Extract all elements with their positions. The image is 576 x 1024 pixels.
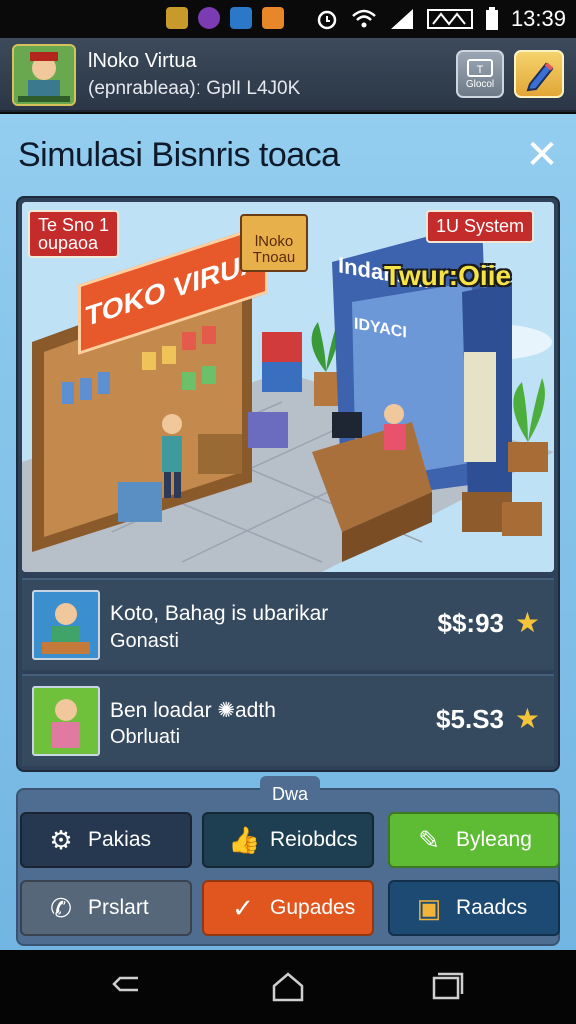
notification-icon (166, 7, 188, 29)
button-label: Prslart (88, 896, 149, 919)
business-sim-dialog: Simulasi Bisnris toaca ✕ Te Sno 1 oupaoa… (0, 114, 576, 950)
system-nav-bar (0, 950, 576, 1024)
store-scene[interactable]: Te Sno 1 oupaoa 1U System TOKO VIRUA lNo… (22, 202, 554, 572)
action-panel: Dwa ⚙ Pakias 👍 Reiobdcs ✎ Byleang ✆ Prslart … (16, 776, 560, 946)
player-tag: Te Sno 1 oupaoa (28, 210, 120, 258)
button-label: Byleang (456, 828, 532, 851)
signal-strength-icon (426, 9, 473, 29)
store-panel: Te Sno 1 oupaoa 1U System TOKO VIRUA lNo… (16, 196, 560, 772)
store-badge: lNoko Tnoau (240, 214, 308, 272)
item-subtitle: Gonasti (110, 630, 179, 652)
button-label: Gupades (270, 896, 356, 919)
list-item[interactable]: Ben loadar ✺adth Obrluati $5.S3 ★ (22, 674, 554, 766)
status-app-icons (166, 7, 284, 29)
action-caption: Dwa (260, 776, 320, 804)
gupades-button[interactable]: ✓ Gupades (202, 880, 374, 936)
app-icon (198, 7, 220, 29)
app-header: lNoko Virtua (epnrableaa)ː GplI L4J0K T … (0, 38, 576, 112)
prslart-button[interactable]: ✆ Prslart (20, 880, 192, 936)
edit-icon: ✎ (418, 824, 440, 855)
close-icon[interactable]: ✕ (524, 135, 560, 175)
wifi-icon (352, 9, 376, 28)
pencil-icon (526, 62, 554, 92)
signal-icon (390, 9, 413, 29)
avatar[interactable] (12, 44, 76, 106)
back-icon[interactable] (108, 970, 148, 1004)
pakias-button[interactable]: ⚙ Pakias (20, 812, 192, 868)
header-subtitle: (epnrableaa)ː GplI L4J0K (88, 78, 301, 99)
item-thumbnail (32, 590, 100, 660)
box-icon: ▣ (416, 892, 442, 923)
battery-icon (485, 7, 498, 30)
global-button-label: Glocol (465, 79, 495, 90)
button-label: Pakias (88, 828, 152, 851)
card-icon: T (467, 59, 493, 77)
bird-icon: ✓ (232, 892, 254, 923)
item-price: $5.S3 (436, 704, 504, 734)
list-item[interactable]: Koto, Bahag is ubarikar Gonasti $$:93 ★ (22, 578, 554, 670)
dialog-title: Simulasi Bisnris toaca (18, 136, 340, 174)
status-bar: 13:39 (0, 0, 576, 38)
global-button[interactable]: T Glocol (456, 50, 504, 98)
item-thumbnail (32, 686, 100, 756)
edit-button[interactable] (514, 50, 564, 98)
star-icon: ★ (514, 703, 540, 734)
phone-icon: ✆ (50, 892, 72, 923)
alarm-icon (317, 10, 337, 30)
banner-text: Twur:Oiie (384, 260, 512, 291)
item-price: $$:93 (437, 608, 505, 638)
item-subtitle: Obrluati (110, 726, 181, 748)
shield-icon (230, 7, 252, 29)
thumbs-up-icon: 👍 (228, 824, 261, 855)
gear-icon: ⚙ (49, 824, 73, 855)
raadcs-button[interactable]: ▣ Raadcs (388, 880, 560, 936)
home-icon[interactable] (268, 970, 308, 1004)
button-label: Raadcs (456, 896, 528, 919)
item-title: Koto, Bahag is ubarikar (110, 602, 329, 625)
game-icon (262, 7, 284, 29)
header-title: lNoko Virtua (88, 50, 197, 72)
status-time: 13:39 (510, 6, 566, 31)
button-label: Reiobdcs (270, 828, 358, 851)
system-tag: 1U System (426, 210, 535, 243)
byleang-button[interactable]: ✎ Byleang (388, 812, 560, 868)
item-title: Ben loadar ✺adth (110, 699, 276, 722)
star-icon: ★ (514, 607, 540, 638)
reiobdcs-button[interactable]: 👍 Reiobdcs (202, 812, 374, 868)
svg-text:T: T (477, 64, 484, 76)
recents-icon[interactable] (426, 970, 466, 1004)
